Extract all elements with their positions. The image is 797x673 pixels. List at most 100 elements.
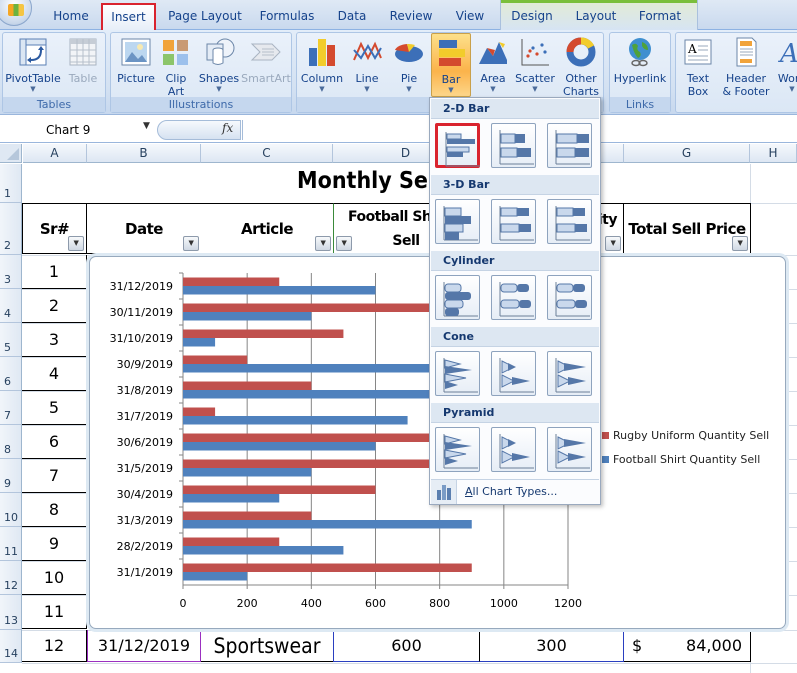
chart-subtype-100-stacked-bar-in-3-d[interactable]: [547, 199, 592, 244]
header-cell-sr[interactable]: Sr# ▼: [22, 203, 87, 254]
row-header-2[interactable]: 2: [0, 203, 22, 255]
filter-dropdown-icon[interactable]: ▼: [336, 236, 352, 251]
tab-formulas[interactable]: Formulas: [258, 6, 316, 30]
fx-icon[interactable]: fx: [222, 121, 233, 135]
chart-subtype-clustered-horizontal-cone[interactable]: [435, 351, 480, 396]
header-footer-button[interactable]: Header & Footer: [720, 33, 772, 99]
chart-subtype-stacked-bar-in-3-d[interactable]: [491, 199, 536, 244]
cell-sr-7[interactable]: 7: [22, 459, 87, 493]
row-header-7[interactable]: 7: [0, 391, 22, 425]
scatter-chart-button[interactable]: Scatter ▼: [513, 33, 557, 99]
cell-sr-8[interactable]: 8: [22, 493, 87, 527]
pivottable-button[interactable]: PivotTable ▼: [5, 33, 61, 99]
filter-dropdown-icon[interactable]: ▼: [315, 236, 331, 251]
area-chart-button[interactable]: Area ▼: [473, 33, 513, 99]
row-header-4[interactable]: 4: [0, 289, 22, 323]
chart-subtype-100-stacked-bar[interactable]: [547, 123, 592, 168]
shapes-button[interactable]: Shapes ▼: [197, 33, 241, 99]
row-header-3[interactable]: 3: [0, 255, 22, 289]
chart-subtype-clustered-bar[interactable]: [435, 123, 480, 168]
chart-subtype-clustered-horizontal-pyramid[interactable]: [435, 427, 480, 472]
chart-subtype-clustered-horizontal-cylinder[interactable]: [435, 275, 480, 320]
bar-football: [183, 338, 216, 347]
tab-view[interactable]: View: [452, 6, 488, 30]
cell-sr-9[interactable]: 9: [22, 527, 87, 561]
row-header-8[interactable]: 8: [0, 425, 22, 459]
cell-b14[interactable]: 31/12/2019: [87, 630, 201, 662]
name-box-dropdown-icon[interactable]: ▼: [143, 121, 150, 131]
tab-design[interactable]: Design: [508, 6, 556, 30]
column-header-c[interactable]: C: [201, 144, 333, 163]
cell-g14[interactable]: $ 84,000: [624, 630, 751, 662]
chart-subtype-stacked-horizontal-cylinder[interactable]: [491, 275, 536, 320]
bar-chart-button[interactable]: Bar ▼: [431, 33, 471, 97]
chart-legend[interactable]: Rugby Uniform Quantity Sell Football Shi…: [602, 423, 769, 471]
tab-format[interactable]: Format: [636, 6, 684, 30]
chart-subtype-100-stacked-horizontal-pyramid[interactable]: [547, 427, 592, 472]
chart-subtype-icon: [443, 358, 478, 393]
column-chart-button[interactable]: Column ▼: [299, 33, 345, 99]
chart-subtype-clustered-bar-in-3-d[interactable]: [435, 199, 480, 244]
filter-dropdown-icon[interactable]: ▼: [183, 236, 199, 251]
y-tick-label: 30/4/2019: [117, 488, 173, 501]
cell-sr-3[interactable]: 3: [22, 323, 87, 357]
cell-c14[interactable]: Sportswear: [201, 630, 333, 662]
cell-sr-2[interactable]: 2: [22, 289, 87, 323]
chart-subtype-stacked-horizontal-cone[interactable]: [491, 351, 536, 396]
line-chart-button[interactable]: Line ▼: [347, 33, 387, 99]
row-header-14[interactable]: 14: [0, 630, 22, 663]
filter-dropdown-icon[interactable]: ▼: [732, 236, 748, 251]
picture-icon: [120, 36, 152, 68]
tab-page-layout[interactable]: Page Layout: [168, 6, 242, 30]
cell-sr-10[interactable]: 10: [22, 561, 87, 595]
hyperlink-button[interactable]: Hyperlink: [611, 33, 669, 99]
cell-d14[interactable]: 600: [333, 630, 479, 662]
row-header-11[interactable]: 11: [0, 527, 22, 561]
tab-insert[interactable]: Insert: [101, 3, 156, 30]
cell-sr-11[interactable]: 11: [22, 595, 87, 629]
row-header-5[interactable]: 5: [0, 323, 22, 357]
pie-chart-button[interactable]: Pie ▼: [389, 33, 429, 99]
header-cell-article[interactable]: Article ▼: [201, 203, 334, 254]
header-cell-total-sell-price[interactable]: Total Sell Price ▼: [624, 203, 751, 254]
filter-dropdown-icon[interactable]: ▼: [68, 236, 84, 251]
clipart-button[interactable]: Clip Art: [159, 33, 193, 99]
column-header-a[interactable]: A: [23, 144, 87, 163]
row-header-9[interactable]: 9: [0, 459, 22, 493]
column-header-h[interactable]: H: [750, 144, 797, 163]
chart-subtype-stacked-horizontal-pyramid[interactable]: [491, 427, 536, 472]
cell-sr-6[interactable]: 6: [22, 425, 87, 459]
picture-button[interactable]: Picture: [115, 33, 157, 99]
row-header-1[interactable]: 1: [0, 164, 22, 203]
tab-data[interactable]: Data: [334, 6, 370, 30]
chart-subtype-stacked-bar[interactable]: [491, 123, 536, 168]
row-header-12[interactable]: 12: [0, 561, 22, 595]
column-header-g[interactable]: G: [624, 144, 750, 163]
cell-sr-4[interactable]: 4: [22, 357, 87, 391]
office-button[interactable]: [0, 0, 32, 26]
column-chart-icon: [306, 36, 338, 68]
tab-review[interactable]: Review: [387, 6, 435, 30]
tab-home[interactable]: Home: [50, 6, 92, 30]
other-charts-button[interactable]: Other Charts: [559, 33, 603, 99]
filter-dropdown-icon[interactable]: ▼: [605, 236, 621, 251]
cell-a14[interactable]: 12: [22, 630, 87, 662]
cell-sr-1[interactable]: 1: [22, 255, 87, 289]
row-header-6[interactable]: 6: [0, 357, 22, 391]
tab-layout[interactable]: Layout: [573, 6, 619, 30]
bar-rugby: [183, 381, 312, 390]
column-header-b[interactable]: B: [87, 144, 201, 163]
row-header-13[interactable]: 13: [0, 595, 22, 630]
header-cell-date[interactable]: Date ▼: [87, 203, 202, 254]
chart-subtype-100-stacked-horizontal-cone[interactable]: [547, 351, 592, 396]
name-box[interactable]: Chart 9: [0, 120, 155, 140]
wordart-button[interactable]: A Word ▼: [772, 33, 797, 99]
textbox-button[interactable]: A Text Box: [678, 33, 718, 99]
select-all-button[interactable]: [0, 144, 22, 163]
row-header-10[interactable]: 10: [0, 493, 22, 527]
chart-subtype-100-stacked-horizontal-cylinder[interactable]: [547, 275, 592, 320]
all-chart-types-button[interactable]: All Chart Types...: [431, 479, 599, 504]
cell-sr-5[interactable]: 5: [22, 391, 87, 425]
cell-e14[interactable]: 300: [479, 630, 624, 662]
sheet-title-cell[interactable]: Monthly Sell Re: [22, 164, 782, 202]
